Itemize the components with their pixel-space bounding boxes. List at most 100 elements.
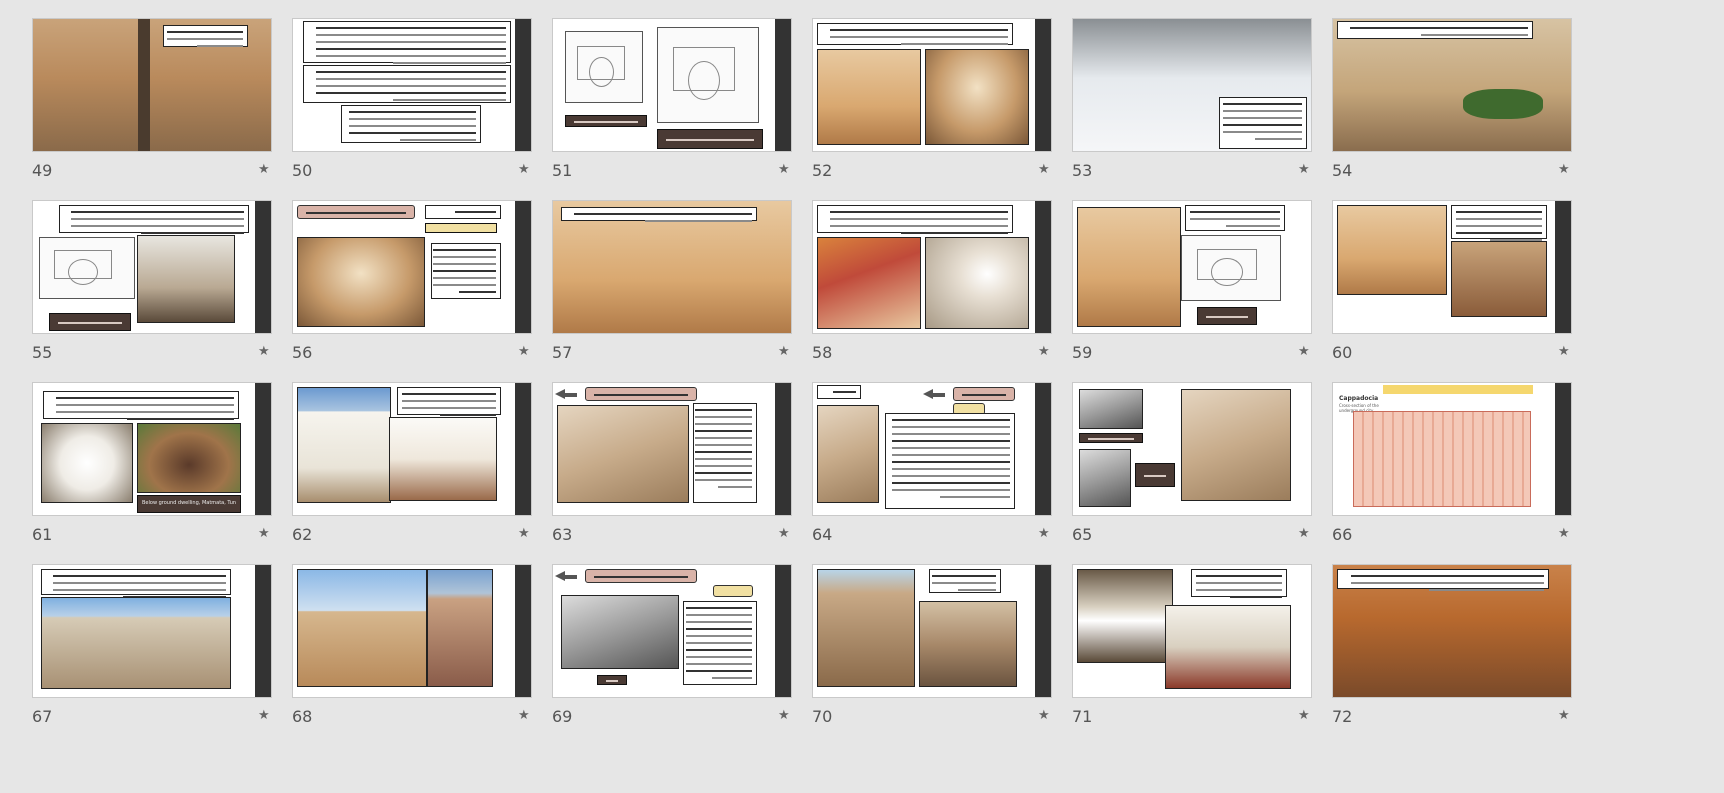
slide-text-block: [693, 403, 757, 503]
star-icon[interactable]: ★: [778, 708, 790, 723]
slide-thumbnail[interactable]: [1072, 382, 1312, 516]
slide-photo: [297, 237, 425, 327]
slide-item[interactable]: 63 ★: [552, 382, 792, 552]
slide-number: 66: [1332, 525, 1353, 544]
slide-thumbnail[interactable]: [292, 200, 532, 334]
text-line: [1428, 589, 1544, 591]
slide-thumbnail[interactable]: [812, 200, 1052, 334]
text-line: [694, 444, 752, 446]
star-icon[interactable]: ★: [1298, 344, 1310, 359]
slide-thumbnail[interactable]: [1072, 200, 1312, 334]
slide-thumbnail[interactable]: [812, 564, 1052, 698]
slide-thumbnail[interactable]: [292, 18, 532, 152]
slide-thumbnail[interactable]: [812, 382, 1052, 516]
slide-thumbnail[interactable]: [552, 564, 792, 698]
slide-item[interactable]: 52 ★: [812, 18, 1052, 188]
slide-thumbnail[interactable]: [292, 382, 532, 516]
slide-thumbnail[interactable]: [32, 564, 272, 698]
slide-item[interactable]: 58 ★: [812, 200, 1052, 370]
star-icon[interactable]: ★: [778, 162, 790, 177]
slide-item[interactable]: 55 ★: [32, 200, 272, 370]
slide-item[interactable]: 57 ★: [552, 200, 792, 370]
slide-thumbnail[interactable]: Below ground dwelling, Matmata, Tunisia: [32, 382, 272, 516]
slide-item[interactable]: Below ground dwelling, Matmata, Tunisia 6…: [32, 382, 272, 552]
slide-item[interactable]: 56 ★: [292, 200, 532, 370]
slide-thumbnail[interactable]: [32, 18, 272, 152]
slide-thumbnail[interactable]: [32, 200, 272, 334]
slide-item[interactable]: 68 ★: [292, 564, 532, 734]
slide-number: 50: [292, 161, 313, 180]
slide-thumbnail[interactable]: [552, 382, 792, 516]
slide-thumbnail[interactable]: [1072, 18, 1312, 152]
star-icon[interactable]: ★: [258, 708, 270, 723]
star-icon[interactable]: ★: [258, 526, 270, 541]
text-line: [694, 465, 752, 467]
slide-item[interactable]: 72 ★: [1332, 564, 1572, 734]
text-line: [1189, 218, 1280, 220]
star-icon[interactable]: ★: [778, 344, 790, 359]
star-icon[interactable]: ★: [1558, 344, 1570, 359]
slide-text-block: [425, 205, 501, 219]
slide-item[interactable]: 64 ★: [812, 382, 1052, 552]
slide-item[interactable]: Cappadocia Cross-section of the undergrou…: [1332, 382, 1572, 552]
slide-thumbnail[interactable]: [1332, 18, 1572, 152]
star-icon[interactable]: ★: [1298, 708, 1310, 723]
slide-thumbnail[interactable]: Cappadocia Cross-section of the undergrou…: [1332, 382, 1572, 516]
slide-item[interactable]: 59 ★: [1072, 200, 1312, 370]
star-icon[interactable]: ★: [1038, 708, 1050, 723]
star-icon[interactable]: ★: [258, 344, 270, 359]
text-line: [685, 635, 752, 637]
slide-item[interactable]: 65 ★: [1072, 382, 1312, 552]
slide-thumbnail[interactable]: [292, 564, 532, 698]
slide-text-block: [163, 25, 248, 47]
star-icon[interactable]: ★: [518, 162, 530, 177]
star-icon[interactable]: ★: [1558, 526, 1570, 541]
slide-item[interactable]: 50 ★: [292, 18, 532, 188]
slide-item[interactable]: 51 ★: [552, 18, 792, 188]
star-icon[interactable]: ★: [518, 344, 530, 359]
star-icon[interactable]: ★: [1558, 708, 1570, 723]
star-icon[interactable]: ★: [1038, 344, 1050, 359]
text-line: [957, 589, 996, 591]
slide-item[interactable]: 70 ★: [812, 564, 1052, 734]
slide-title: [585, 569, 697, 583]
slide-thumbnail[interactable]: [812, 18, 1052, 152]
star-icon[interactable]: ★: [1298, 162, 1310, 177]
slide-thumbnail[interactable]: [1332, 200, 1572, 334]
slide-number: 72: [1332, 707, 1353, 726]
slide-thumbnail[interactable]: [1332, 564, 1572, 698]
slide-thumbnail[interactable]: [1072, 564, 1312, 698]
slide-number: 61: [32, 525, 53, 544]
star-icon[interactable]: ★: [518, 526, 530, 541]
slide-item[interactable]: 69 ★: [552, 564, 792, 734]
star-icon[interactable]: ★: [518, 708, 530, 723]
slide-item[interactable]: 60 ★: [1332, 200, 1572, 370]
star-icon[interactable]: ★: [1038, 162, 1050, 177]
slide-side-bar: [1035, 383, 1051, 515]
slide-item[interactable]: 67 ★: [32, 564, 272, 734]
slide-text-block: [1219, 97, 1307, 149]
slide-item[interactable]: 49 ★: [32, 18, 272, 188]
title-banner: [1383, 385, 1533, 394]
slide-item[interactable]: 53 ★: [1072, 18, 1312, 188]
text-line: [685, 607, 752, 609]
slide-item[interactable]: 54 ★: [1332, 18, 1572, 188]
slide-thumbnail[interactable]: [552, 200, 792, 334]
text-line: [316, 55, 506, 57]
slide-photo: [925, 237, 1029, 329]
slide-item[interactable]: 71 ★: [1072, 564, 1312, 734]
slide-number: 67: [32, 707, 53, 726]
star-icon[interactable]: ★: [258, 162, 270, 177]
star-icon[interactable]: ★: [1038, 526, 1050, 541]
text-line: [1222, 117, 1302, 119]
caption-line: [58, 322, 122, 324]
slide-item[interactable]: 62 ★: [292, 382, 532, 552]
star-icon[interactable]: ★: [778, 526, 790, 541]
star-icon[interactable]: ★: [1558, 162, 1570, 177]
star-icon[interactable]: ★: [1298, 526, 1310, 541]
text-line: [1455, 211, 1542, 213]
slide-photo: [817, 237, 921, 329]
slide-text-block: [683, 601, 757, 685]
text-line: [433, 263, 496, 265]
slide-thumbnail[interactable]: [552, 18, 792, 152]
